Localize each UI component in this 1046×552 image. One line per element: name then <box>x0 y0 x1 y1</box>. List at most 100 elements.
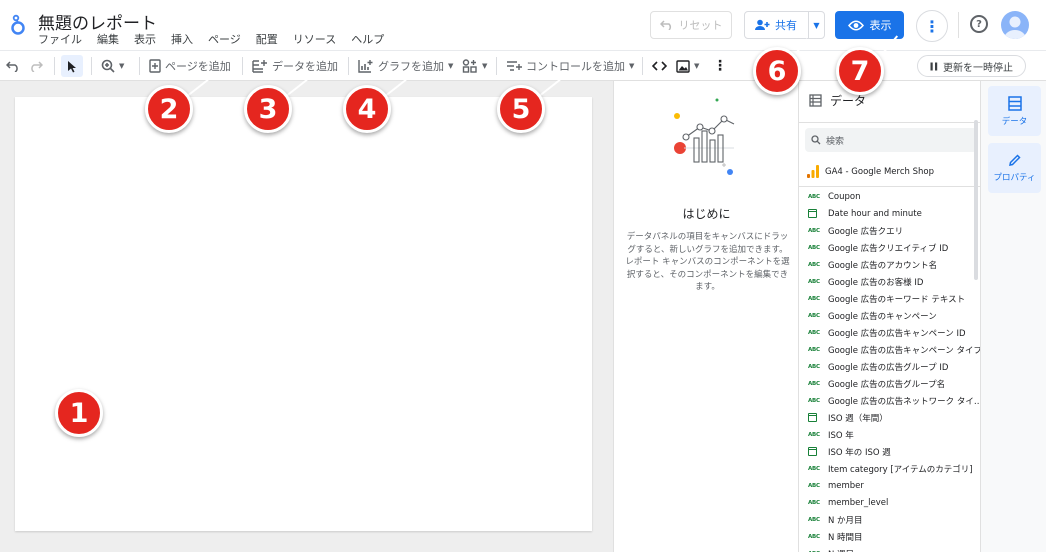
report-canvas[interactable] <box>15 97 592 531</box>
add-control-icon <box>507 61 522 71</box>
field-list-item[interactable]: ISO 週（年間） <box>799 409 980 426</box>
field-list-item[interactable]: ISO 年の ISO 週 <box>799 443 980 460</box>
field-list-item[interactable]: ABC Google 広告の広告ネットワーク タイ… <box>799 392 980 409</box>
annotation-badge-3: 3 <box>244 85 292 133</box>
pause-update-button[interactable]: 更新を一時停止 <box>917 55 1026 77</box>
field-name: Item category [アイテムのカテゴリ] <box>828 464 973 475</box>
more-options-icon[interactable]: ⋮ <box>916 10 948 42</box>
avatar[interactable] <box>1001 11 1029 39</box>
getting-started-panel: はじめに データパネルの項目をキャンバスにドラッグすると、新しいグラフを追加でき… <box>613 81 798 552</box>
toolbar-divider <box>54 57 55 75</box>
annotation-badge-5: 5 <box>497 85 545 133</box>
field-name: ISO 週（年間） <box>828 413 888 424</box>
select-cursor-icon[interactable] <box>61 55 83 77</box>
add-page-icon <box>149 59 161 73</box>
field-list-item[interactable]: ABC Google 広告のキーワード テキスト <box>799 290 980 307</box>
text-type-icon: ABC <box>808 533 820 540</box>
zoom-button[interactable]: ▼ <box>101 51 124 81</box>
add-control-button[interactable]: コントロールを追加 ▼ <box>506 51 634 81</box>
field-name: Google 広告の広告ネットワーク タイ… <box>828 396 980 407</box>
image-button[interactable]: ▼ <box>676 51 699 81</box>
view-label: 表示 <box>869 19 892 32</box>
field-list-item[interactable]: ABC member_level <box>799 494 980 511</box>
tab-properties[interactable]: プロパティ <box>988 143 1041 193</box>
menu-view[interactable]: 表示 <box>134 31 156 47</box>
toolbar-divider <box>496 57 497 75</box>
field-list-item[interactable]: ABC N か月目 <box>799 511 980 528</box>
add-chart-button[interactable]: グラフを追加 ▼ <box>358 51 453 81</box>
text-type-icon: ABC <box>808 465 820 472</box>
menu-arrange[interactable]: 配置 <box>256 31 278 47</box>
field-list-item[interactable]: ABC N 時間目 <box>799 528 980 545</box>
field-list-item[interactable]: ABC Google 広告の広告キャンペーン ID <box>799 324 980 341</box>
help-icon[interactable]: ? <box>970 15 988 33</box>
menu-resource[interactable]: リソース <box>293 31 336 47</box>
pause-update-label: 更新を一時停止 <box>943 62 1013 74</box>
shapes-add-icon <box>462 59 477 73</box>
field-list-item[interactable]: ABC Google 広告のキャンペーン <box>799 307 980 324</box>
add-chart-icon <box>358 60 373 73</box>
add-page-button[interactable]: ページを追加 <box>149 51 231 81</box>
field-name: Google 広告の広告グループ ID <box>828 362 949 373</box>
menu-help[interactable]: ヘルプ <box>351 31 384 47</box>
field-name: member_level <box>828 497 889 508</box>
text-type-icon: ABC <box>808 278 820 285</box>
community-viz-button[interactable]: ▼ <box>462 51 487 81</box>
annotation-badge-1: 1 <box>55 389 103 437</box>
share-main[interactable]: 共有 <box>745 12 809 38</box>
field-list-item[interactable]: ABC Google 広告のお客様 ID <box>799 273 980 290</box>
divider <box>799 186 980 187</box>
tab-properties-label: プロパティ <box>993 173 1036 183</box>
text-type-icon: ABC <box>808 193 820 200</box>
field-name: Date hour and minute <box>828 208 922 219</box>
text-type-icon: ABC <box>808 397 820 404</box>
field-list-item[interactable]: ABC Google 広告の広告グループ名 <box>799 375 980 392</box>
field-list: ABC Coupon Date hour and minute ABC Google 広… <box>799 188 980 552</box>
looker-studio-logo-icon[interactable] <box>9 12 27 36</box>
field-list-item[interactable]: ABC Google 広告クリエイティブ ID <box>799 239 980 256</box>
field-list-item[interactable]: ABC ISO 年 <box>799 426 980 443</box>
menu-page[interactable]: ページ <box>208 31 241 47</box>
eye-icon <box>847 20 864 30</box>
toolbar-more-icon[interactable]: ⋮ <box>713 51 727 81</box>
toolbar-divider <box>91 57 92 75</box>
field-list-item[interactable]: ABCN 週目 <box>799 545 980 552</box>
analytics-icon <box>807 165 819 178</box>
field-list-item[interactable]: ABC Google 広告クエリ <box>799 222 980 239</box>
tab-data[interactable]: データ <box>988 86 1041 136</box>
add-data-button[interactable]: データを追加 <box>252 51 338 81</box>
data-table-icon <box>1007 95 1022 111</box>
chevron-down-icon: ▼ <box>448 62 454 70</box>
field-list-item[interactable]: ABC Google 広告の広告キャンペーン タイプ <box>799 341 980 358</box>
menu-file[interactable]: ファイル <box>38 31 82 47</box>
menu-bar: ファイル 編集 表示 挿入 ページ 配置 リソース ヘルプ <box>38 31 399 47</box>
data-panel-scrollbar[interactable] <box>974 120 978 280</box>
toolbar-divider <box>348 57 349 75</box>
redo-icon[interactable] <box>29 51 43 81</box>
canvas-workspace <box>0 81 613 552</box>
field-list-item[interactable]: ABC Coupon <box>799 188 980 205</box>
annotation-badge-6: 6 <box>753 47 801 95</box>
chevron-down-icon: ▼ <box>482 62 488 70</box>
add-data-icon <box>252 60 267 73</box>
field-list-item[interactable]: ABC Google 広告の広告グループ ID <box>799 358 980 375</box>
field-search-input[interactable]: 検索 <box>805 128 977 152</box>
menu-edit[interactable]: 編集 <box>97 31 119 47</box>
pause-icon <box>930 62 938 70</box>
text-type-icon: ABC <box>808 329 820 336</box>
field-list-item[interactable]: ABC Item category [アイテムのカテゴリ] <box>799 460 980 477</box>
share-button[interactable]: 共有 ▼ <box>744 11 825 39</box>
view-button[interactable]: 表示 <box>835 11 904 39</box>
text-type-icon: ABC <box>808 499 820 506</box>
share-dropdown-icon[interactable]: ▼ <box>809 21 824 30</box>
field-list-item[interactable]: ABC member <box>799 477 980 494</box>
undo-icon[interactable] <box>6 51 20 81</box>
search-placeholder: 検索 <box>826 136 845 147</box>
embed-code-icon[interactable] <box>652 51 667 81</box>
menu-insert[interactable]: 挿入 <box>171 31 193 47</box>
data-source-item[interactable]: GA4 - Google Merch Shop <box>807 165 934 178</box>
field-list-item[interactable]: Date hour and minute <box>799 205 980 222</box>
annotation-badge-7: 7 <box>836 47 884 95</box>
field-list-item[interactable]: ABC Google 広告のアカウント名 <box>799 256 980 273</box>
reset-button[interactable]: リセット <box>650 11 732 39</box>
